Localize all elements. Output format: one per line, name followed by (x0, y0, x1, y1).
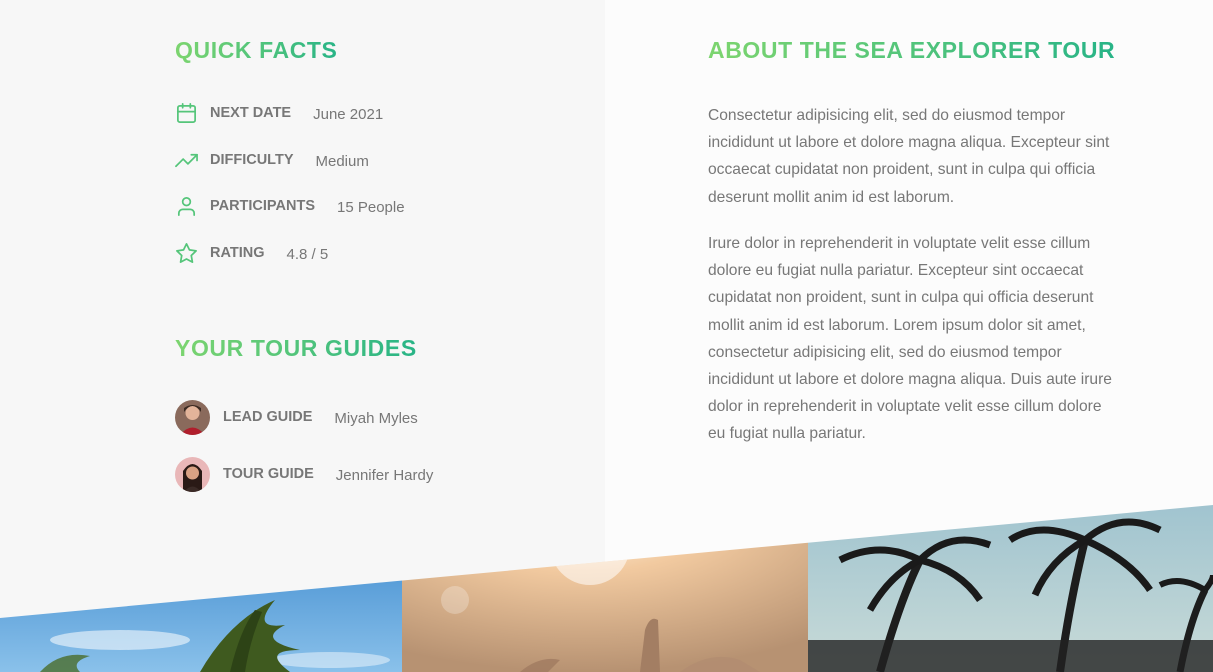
fact-label: Difficulty (210, 152, 294, 168)
guide-role-label: Lead guide (223, 409, 313, 425)
avatar (175, 456, 210, 492)
guide-name: Jennifer Hardy (335, 466, 434, 484)
fact-next-date: Next date June 2021 (175, 100, 383, 126)
avatar (175, 399, 210, 435)
guide-role-label: Tour guide (223, 466, 314, 482)
user-icon (175, 195, 198, 218)
fact-value: 4.8 / 5 (286, 245, 329, 263)
fact-label: Next date (210, 105, 292, 121)
fact-value: Medium (315, 152, 369, 170)
quick-facts-heading: Quick facts (175, 37, 338, 63)
guide-tour: Tour guide Jennifer Hardy (175, 456, 433, 492)
fact-participants: Participants 15 People (175, 193, 405, 219)
fact-value: June 2021 (313, 105, 384, 123)
fact-rating: Rating 4.8 / 5 (175, 240, 328, 266)
fact-difficulty: Difficulty Medium (175, 147, 369, 173)
star-icon (175, 242, 198, 265)
about-heading: About the sea explorer tour (708, 37, 1116, 63)
tour-guides-heading: Your tour guides (175, 335, 417, 361)
fact-label: Participants (210, 198, 315, 214)
fact-value: 15 People (337, 198, 405, 216)
guide-lead: Lead guide Miyah Myles (175, 399, 418, 435)
about-paragraph: Consectetur adipisicing elit, sed do eiu… (708, 107, 1110, 206)
guide-name: Miyah Myles (334, 409, 418, 427)
trending-up-icon (175, 149, 198, 172)
fact-label: Rating (210, 245, 265, 261)
about-paragraph: Irure dolor in reprehenderit in voluptat… (708, 235, 1112, 443)
calendar-icon (175, 102, 198, 125)
